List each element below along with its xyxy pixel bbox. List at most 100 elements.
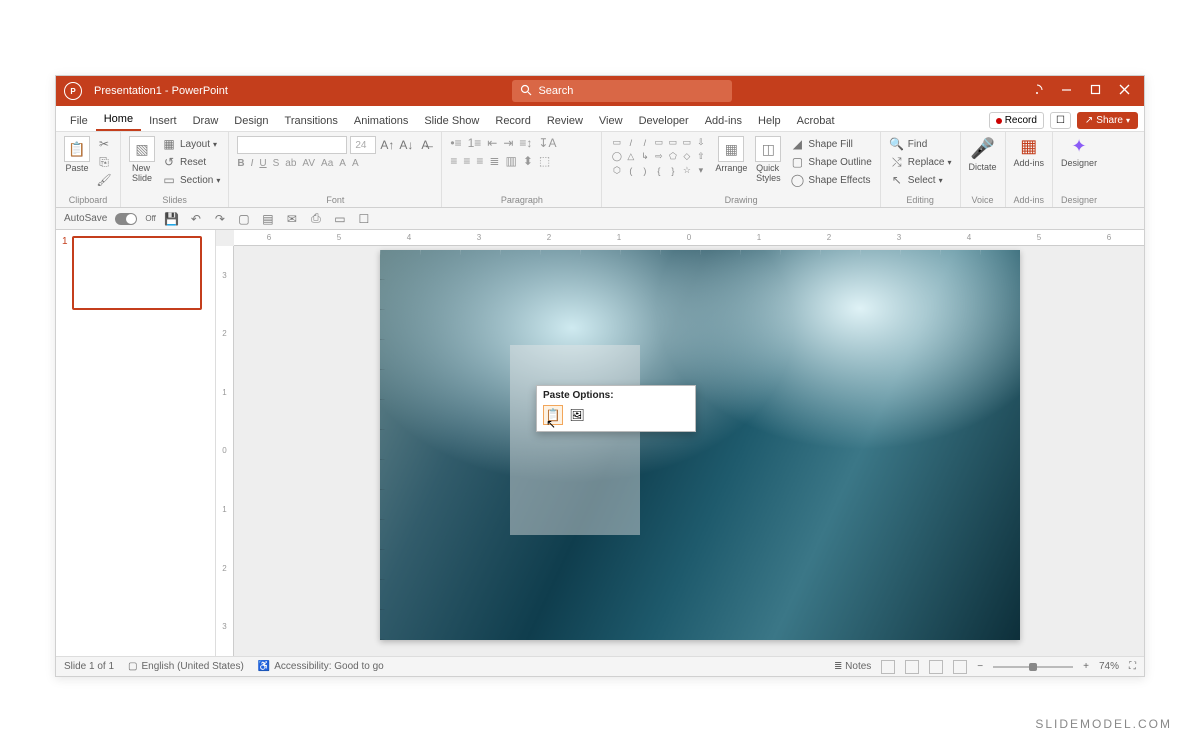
align-text-icon[interactable]: ⬍ [523, 154, 533, 168]
find-button[interactable]: 🔍Find [889, 136, 952, 152]
record-button[interactable]: Record [989, 112, 1044, 129]
tab-record[interactable]: Record [487, 111, 538, 131]
slide-thumbnail-1[interactable] [72, 236, 202, 310]
tab-design[interactable]: Design [226, 111, 276, 131]
reading-view-icon[interactable] [929, 660, 943, 674]
paste-button[interactable]: 📋 Paste [64, 136, 90, 173]
paste-picture[interactable]: 🖼 [567, 405, 587, 425]
tab-developer[interactable]: Developer [631, 111, 697, 131]
text-direction-icon[interactable]: ↧A [538, 136, 556, 150]
cut-icon[interactable]: ✂ [96, 136, 112, 152]
slideshow-view-icon[interactable] [953, 660, 967, 674]
share-button[interactable]: ↗Share▾ [1077, 112, 1138, 129]
shape-outline-button[interactable]: ▢Shape Outline [789, 154, 871, 170]
designer-button[interactable]: ✦ Designer [1061, 136, 1097, 168]
qat-icon-4[interactable]: ⎙ [308, 211, 324, 227]
align-center-icon[interactable]: ≡ [463, 154, 470, 168]
slide-canvas[interactable]: Paste Options: 📋 🖼 ↖ [380, 250, 1020, 640]
notes-button[interactable]: ≣ Notes [834, 661, 871, 672]
decrease-font-icon[interactable]: A↓ [398, 137, 414, 153]
shape-fill-button[interactable]: ◢Shape Fill [789, 136, 871, 152]
highlight-button[interactable]: A [352, 158, 359, 169]
bold-button[interactable]: B [237, 158, 244, 169]
tab-slideshow[interactable]: Slide Show [416, 111, 487, 131]
tab-animations[interactable]: Animations [346, 111, 416, 131]
section-button[interactable]: ▭Section▾ [161, 172, 220, 188]
quick-styles-button[interactable]: ◫Quick Styles [755, 136, 781, 183]
reset-button[interactable]: ↺Reset [161, 154, 220, 170]
layout-button[interactable]: ▦Layout▾ [161, 136, 220, 152]
slide-sorter-view-icon[interactable] [905, 660, 919, 674]
maximize-button[interactable] [1090, 84, 1101, 98]
arrange-button[interactable]: ▦Arrange [715, 136, 747, 173]
dictate-button[interactable]: 🎤 Dictate [969, 136, 997, 172]
format-painter-icon[interactable]: 🖌 [96, 172, 112, 188]
italic-button[interactable]: I [251, 158, 254, 169]
bullets-icon[interactable]: •≡ [450, 136, 461, 150]
new-slide-button[interactable]: ▧ New Slide [129, 136, 155, 183]
strike-button[interactable]: S [273, 158, 280, 169]
indent-inc-icon[interactable]: ⇥ [503, 136, 513, 150]
align-right-icon[interactable]: ≡ [476, 154, 483, 168]
tab-addins[interactable]: Add-ins [697, 111, 750, 131]
qat-icon-3[interactable]: ✉ [284, 211, 300, 227]
tab-view[interactable]: View [591, 111, 631, 131]
align-left-icon[interactable]: ≡ [450, 154, 457, 168]
redo-icon[interactable]: ↷ [212, 211, 228, 227]
char-spacing-button[interactable]: AV [302, 158, 315, 169]
addins-button[interactable]: ▦ Add-ins [1014, 136, 1045, 168]
numbering-icon[interactable]: 1≡ [468, 136, 482, 150]
columns-icon[interactable]: ▥ [505, 154, 516, 168]
underline-button[interactable]: U [259, 158, 266, 169]
minimize-button[interactable] [1061, 84, 1072, 98]
tab-acrobat[interactable]: Acrobat [789, 111, 843, 131]
tab-draw[interactable]: Draw [185, 111, 227, 131]
change-case-button[interactable]: Aa [321, 158, 333, 169]
shape-effects-icon: ◯ [789, 172, 805, 188]
tab-file[interactable]: File [62, 111, 96, 131]
font-size-selector[interactable]: 24 [350, 136, 376, 154]
slide-count[interactable]: Slide 1 of 1 [64, 661, 114, 672]
language-status[interactable]: ▢English (United States) [128, 661, 244, 672]
tab-transitions[interactable]: Transitions [277, 111, 346, 131]
ribbon-group-slides: ▧ New Slide ▦Layout▾ ↺Reset ▭Section▾ Sl… [121, 132, 229, 207]
tab-help[interactable]: Help [750, 111, 789, 131]
normal-view-icon[interactable] [881, 660, 895, 674]
font-family-selector[interactable] [237, 136, 347, 154]
replace-button[interactable]: ⤭Replace▾ [889, 154, 952, 170]
tab-review[interactable]: Review [539, 111, 591, 131]
zoom-out-button[interactable]: − [977, 661, 983, 672]
font-color-button[interactable]: A [339, 158, 346, 169]
increase-font-icon[interactable]: A↑ [379, 137, 395, 153]
zoom-slider[interactable] [993, 666, 1073, 668]
search-box[interactable]: Search [512, 80, 732, 102]
shadow-button[interactable]: ab [285, 158, 296, 169]
paste-use-destination-theme[interactable]: 📋 [543, 405, 563, 425]
zoom-in-button[interactable]: + [1083, 661, 1089, 672]
collapse-ribbon-button[interactable]: ☐ [1050, 112, 1071, 129]
qat-icon-2[interactable]: ▤ [260, 211, 276, 227]
smartart-icon[interactable]: ⬚ [539, 154, 550, 168]
qat-icon-6[interactable]: ☐ [356, 211, 372, 227]
shapes-gallery[interactable]: ▭//▭▭▭⇩ ◯△↳⇨⬠◇⇧ ⬡(){}☆▾ [610, 136, 707, 177]
clear-formatting-icon[interactable]: A̶ [417, 137, 433, 153]
select-button[interactable]: ↖Select▾ [889, 172, 952, 188]
save-icon[interactable]: 💾 [164, 211, 180, 227]
qat-icon-1[interactable]: ▢ [236, 211, 252, 227]
tab-insert[interactable]: Insert [141, 111, 185, 131]
qat-icon-5[interactable]: ▭ [332, 211, 348, 227]
close-button[interactable] [1119, 84, 1130, 98]
accessibility-status[interactable]: ♿Accessibility: Good to go [258, 661, 384, 672]
justify-icon[interactable]: ≣ [489, 154, 499, 168]
autosave-toggle[interactable] [115, 213, 137, 225]
slide-thumbnails-panel[interactable]: 1 [56, 230, 216, 656]
ribbon-display-icon[interactable] [1031, 84, 1043, 99]
fit-to-window-icon[interactable]: ⛶ [1129, 661, 1136, 672]
undo-icon[interactable]: ↶ [188, 211, 204, 227]
line-spacing-icon[interactable]: ≡↕ [519, 136, 532, 150]
zoom-level[interactable]: 74% [1099, 661, 1119, 672]
copy-icon[interactable]: ⎘ [96, 154, 112, 170]
tab-home[interactable]: Home [96, 109, 141, 131]
shape-effects-button[interactable]: ◯Shape Effects [789, 172, 871, 188]
indent-dec-icon[interactable]: ⇤ [487, 136, 497, 150]
